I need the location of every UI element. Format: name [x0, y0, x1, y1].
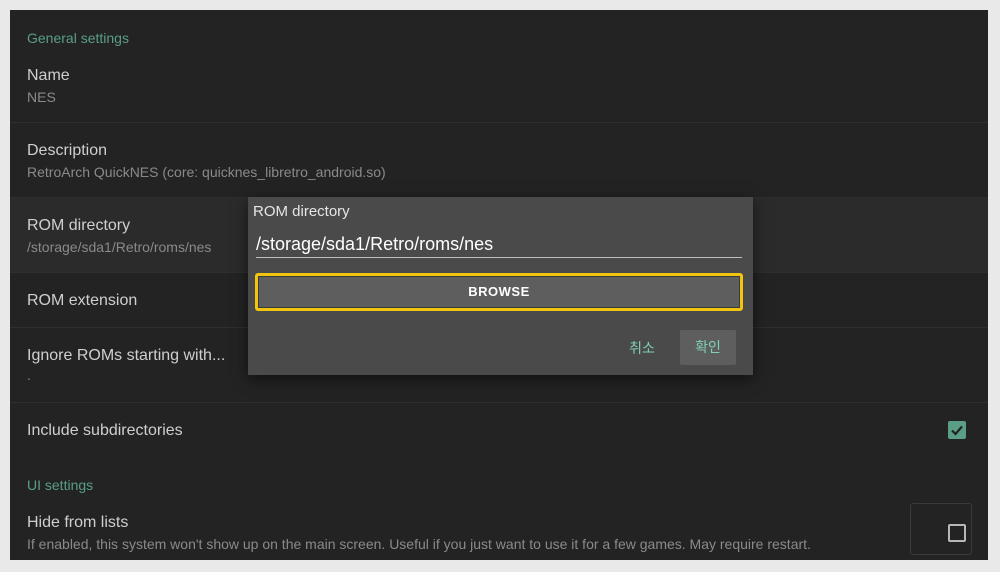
check-icon [951, 425, 963, 436]
setting-value: . [27, 367, 31, 383]
rom-directory-input[interactable]: /storage/sda1/Retro/roms/nes [256, 233, 742, 258]
cancel-button[interactable]: 취소 [620, 331, 664, 365]
setting-value: RetroArch QuickNES (core: quicknes_libre… [27, 164, 386, 180]
section-header-ui: UI settings [27, 477, 94, 493]
setting-value: /storage/sda1/Retro/roms/nes [27, 239, 212, 255]
setting-title: Name [27, 67, 70, 84]
setting-title: ROM directory [27, 217, 131, 234]
setting-title: Description [27, 142, 108, 159]
setting-title: ROM extension [27, 292, 138, 309]
dialog-title: ROM directory [253, 203, 350, 220]
setting-row-name[interactable]: Name NES [10, 58, 988, 123]
setting-title: Hide from lists [27, 514, 129, 531]
browse-button[interactable]: BROWSE [255, 273, 743, 311]
setting-title: Ignore ROMs starting with... [27, 347, 226, 364]
section-header-general: General settings [27, 30, 129, 46]
setting-row-description[interactable]: Description RetroArch QuickNES (core: qu… [10, 123, 988, 198]
setting-row-hide-from-lists[interactable]: Hide from lists If enabled, this system … [10, 504, 988, 560]
setting-value: If enabled, this system won't show up on… [27, 536, 811, 552]
setting-value: NES [27, 89, 56, 105]
hide-from-lists-checkbox[interactable] [948, 524, 966, 542]
setting-title: Include subdirectories [27, 422, 183, 439]
ok-button[interactable]: 확인 [680, 330, 736, 365]
setting-row-include-subdirectories[interactable]: Include subdirectories [10, 403, 988, 459]
include-subdirectories-checkbox[interactable] [948, 421, 966, 439]
rom-directory-dialog: ROM directory /storage/sda1/Retro/roms/n… [248, 197, 753, 375]
